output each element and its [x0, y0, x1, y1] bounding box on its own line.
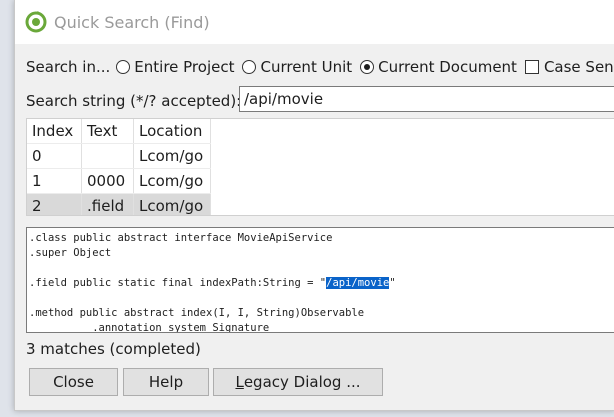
checkbox-label: Case Sensi — [543, 58, 614, 76]
help-button[interactable]: Help — [123, 368, 209, 396]
search-string-row: Search string (*/? accepted): — [26, 87, 241, 115]
column-header-text[interactable]: Text — [81, 119, 134, 144]
match-highlight: /api/movie — [326, 277, 390, 289]
button-label: egacy Dialog ... — [243, 373, 361, 391]
cell-index: 1 — [27, 168, 82, 194]
case-sensitive-checkbox[interactable]: Case Sensi — [524, 58, 614, 76]
radio-circle[interactable] — [116, 60, 131, 74]
cell-index: 0 — [27, 143, 82, 169]
search-string-label: Search string (*/? accepted): — [26, 92, 242, 110]
code-text: .field public static final indexPath:Str… — [29, 277, 327, 289]
table-header-row: Index Text Location — [27, 119, 211, 144]
radio-label: Current Unit — [260, 58, 353, 76]
close-button[interactable]: Close — [29, 368, 118, 396]
radio-current-document[interactable]: Current Document — [360, 58, 517, 76]
mnemonic-letter: L — [235, 373, 244, 391]
column-header-index[interactable]: Index — [27, 119, 82, 144]
scope-label: Search in... — [26, 58, 111, 76]
search-scope-row: Search in... Entire Project Current Unit… — [26, 56, 614, 78]
code-line-match: .field public static final indexPath:Str… — [29, 276, 612, 291]
window-title: Quick Search (Find) — [54, 12, 210, 32]
cell-location: Lcom/go — [133, 193, 211, 215]
code-preview[interactable]: .class public abstract interface MovieAp… — [26, 227, 614, 333]
radio-current-unit[interactable]: Current Unit — [242, 58, 352, 76]
app-logo-icon — [25, 11, 47, 33]
results-table[interactable]: Index Text Location 0 Lcom/go 1 0000 Lco… — [26, 118, 614, 216]
radio-circle-selected[interactable] — [360, 60, 375, 74]
cell-location: Lcom/go — [133, 168, 211, 194]
table-row[interactable]: 1 0000 Lcom/go — [27, 168, 211, 194]
code-line: .method public abstract index(I, I, Stri… — [29, 307, 365, 319]
code-text: " — [389, 277, 396, 289]
cell-text: 0000 — [81, 168, 134, 194]
code-line: .class public abstract interface MovieAp… — [29, 232, 333, 244]
search-input[interactable] — [239, 86, 614, 112]
radio-entire-project[interactable]: Entire Project — [116, 58, 234, 76]
cell-location: Lcom/go — [133, 143, 211, 169]
column-header-location[interactable]: Location — [133, 119, 211, 144]
cell-index: 2 — [27, 193, 82, 215]
title-bar: Quick Search (Find) — [15, 0, 614, 44]
radio-circle[interactable] — [242, 60, 257, 74]
code-line: .annotation system Signature — [29, 322, 270, 333]
cell-text: .field — [81, 193, 134, 215]
code-line: .super Object — [29, 247, 112, 259]
cell-text — [81, 143, 134, 169]
checkbox-box[interactable] — [524, 60, 539, 74]
table-row[interactable]: 0 Lcom/go — [27, 143, 211, 169]
table-row-selected[interactable]: 2 .field Lcom/go — [27, 193, 211, 215]
quick-search-dialog: Quick Search (Find) Search in... Entire … — [14, 0, 614, 411]
status-text: 3 matches (completed) — [26, 340, 201, 358]
radio-label: Entire Project — [134, 58, 235, 76]
legacy-dialog-button[interactable]: Legacy Dialog ... — [213, 368, 383, 396]
radio-label: Current Document — [378, 58, 517, 76]
